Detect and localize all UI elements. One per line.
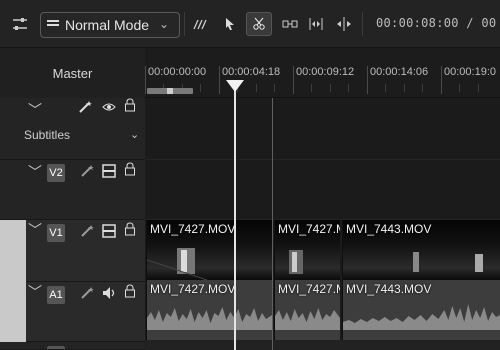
master-label: Master bbox=[0, 48, 145, 98]
minor-tick bbox=[348, 84, 349, 92]
speaker-icon[interactable] bbox=[102, 286, 116, 303]
chevron-down-icon[interactable]: ﹀ bbox=[28, 220, 42, 240]
settings-sliders-icon[interactable] bbox=[8, 12, 32, 36]
a1-track-header: ﹀ A1 bbox=[0, 282, 145, 342]
video-clip[interactable]: MVI_7443.MOV bbox=[342, 220, 500, 280]
track-badge-a1: A1 bbox=[47, 286, 65, 304]
pointer-icon[interactable] bbox=[218, 12, 242, 36]
magic-wand-icon[interactable] bbox=[80, 164, 94, 181]
a2-track[interactable] bbox=[145, 340, 500, 350]
minor-tick bbox=[330, 84, 331, 92]
minor-tick bbox=[200, 84, 201, 92]
subtitles-label: Subtitles bbox=[24, 128, 71, 142]
v1-track[interactable]: MVI_7427.MOV MVI_7427.M MVI_7443.MOV bbox=[145, 220, 500, 280]
audio-waveform bbox=[343, 304, 500, 330]
mode-bars-icon bbox=[47, 20, 59, 26]
chevron-down-icon: ⌄ bbox=[158, 17, 169, 31]
audio-waveform bbox=[275, 308, 340, 330]
minor-tick bbox=[256, 84, 257, 92]
a1-track[interactable]: MVI_7427.MOV MVI_7427.M MVI_7443.MOV bbox=[145, 280, 500, 340]
magic-wand-icon[interactable] bbox=[78, 100, 92, 117]
timeline-ruler[interactable]: Master 00:00:00:00 00:00:04:18 00:00:09:… bbox=[0, 48, 500, 98]
minor-tick bbox=[385, 84, 386, 92]
subtitles-track[interactable] bbox=[145, 98, 500, 160]
unlink-icon[interactable] bbox=[188, 12, 212, 36]
clip-name: MVI_7427.M bbox=[278, 282, 340, 296]
minor-tick bbox=[311, 84, 312, 92]
tick-label: 00:00:19:0 bbox=[444, 66, 496, 78]
range-knob[interactable] bbox=[167, 88, 173, 94]
tick-line bbox=[145, 66, 146, 94]
eye-icon[interactable] bbox=[102, 100, 116, 116]
expand-icon[interactable] bbox=[304, 12, 328, 36]
film-icon[interactable] bbox=[102, 164, 116, 181]
lock-icon[interactable] bbox=[124, 162, 136, 179]
edit-marker-line bbox=[272, 98, 273, 350]
a2-track-header: A2 bbox=[0, 342, 145, 350]
mode-label: Normal Mode bbox=[65, 17, 150, 33]
video-clip[interactable]: MVI_7427.MOV bbox=[146, 220, 272, 280]
v2-track-header: ﹀ V2 bbox=[0, 160, 145, 220]
playhead[interactable] bbox=[234, 80, 236, 350]
magic-wand-icon[interactable] bbox=[80, 224, 94, 241]
v2-track[interactable] bbox=[145, 160, 500, 220]
tick-line bbox=[219, 66, 220, 94]
toolbar-divider bbox=[362, 12, 363, 36]
clip-name: MVI_7427.MOV bbox=[150, 282, 236, 296]
tick-label: 00:00:09:12 bbox=[296, 66, 355, 78]
chevron-down-icon[interactable]: ﹀ bbox=[28, 282, 42, 302]
timecode-display: 00:00:08:00 / 00 bbox=[376, 16, 497, 30]
ruler-ticks[interactable]: 00:00:00:00 00:00:04:18 00:00:09:12 00:0… bbox=[145, 48, 500, 98]
split-icon[interactable] bbox=[332, 12, 356, 36]
audio-clip[interactable]: MVI_7443.MOV bbox=[342, 280, 500, 340]
mode-selector[interactable]: Normal Mode ⌄ bbox=[40, 12, 180, 38]
minor-tick bbox=[478, 84, 479, 92]
minor-tick bbox=[459, 84, 460, 92]
minor-tick bbox=[422, 84, 423, 92]
minor-tick bbox=[274, 84, 275, 92]
video-clip[interactable]: MVI_7427.M bbox=[274, 220, 340, 280]
chevron-down-icon[interactable]: ⌄ bbox=[130, 128, 139, 141]
tick-label: 00:00:00:00 bbox=[148, 66, 207, 78]
chevron-down-icon[interactable]: ﹀ bbox=[28, 162, 42, 182]
subtitles-track-header: ﹀ Subtitles ⌄ bbox=[0, 98, 145, 160]
audio-clip[interactable]: MVI_7427.M bbox=[274, 280, 340, 340]
lock-icon[interactable] bbox=[124, 222, 136, 239]
clip-name: MVI_7443.MOV bbox=[346, 282, 432, 296]
tick-line bbox=[293, 66, 294, 94]
audio-clip[interactable]: MVI_7427.MOV bbox=[146, 280, 272, 340]
track-headers: ﹀ Subtitles ⌄ ﹀ V2 ﹀ V1 ﹀ A1 bbox=[0, 98, 145, 350]
lock-icon[interactable] bbox=[124, 98, 136, 115]
film-icon[interactable] bbox=[102, 224, 116, 241]
chevron-down-icon[interactable]: ﹀ bbox=[28, 100, 42, 120]
lock-icon[interactable] bbox=[124, 284, 136, 301]
tick-label: 00:00:14:06 bbox=[370, 66, 429, 78]
minor-tick bbox=[404, 84, 405, 92]
magic-wand-icon[interactable] bbox=[80, 286, 94, 303]
tick-label: 00:00:04:18 bbox=[222, 66, 281, 78]
v1-track-header: ﹀ V1 bbox=[0, 220, 145, 282]
trim-icon[interactable] bbox=[278, 12, 302, 36]
track-select-strip[interactable] bbox=[0, 282, 26, 342]
track-badge-v1: V1 bbox=[47, 224, 65, 242]
track-badge-a2: A2 bbox=[47, 346, 65, 349]
toolbar-divider bbox=[184, 12, 185, 36]
playhead-handle[interactable] bbox=[226, 80, 244, 92]
timeline-toolbar: Normal Mode ⌄ 00:00:08:00 / 00 bbox=[0, 0, 500, 48]
razor-icon[interactable] bbox=[246, 12, 272, 36]
work-range-bar[interactable] bbox=[147, 88, 193, 94]
track-select-strip[interactable] bbox=[0, 220, 26, 282]
track-badge-v2: V2 bbox=[47, 164, 65, 182]
tick-line bbox=[441, 66, 442, 94]
tick-line bbox=[367, 66, 368, 94]
audio-waveform bbox=[147, 307, 272, 330]
